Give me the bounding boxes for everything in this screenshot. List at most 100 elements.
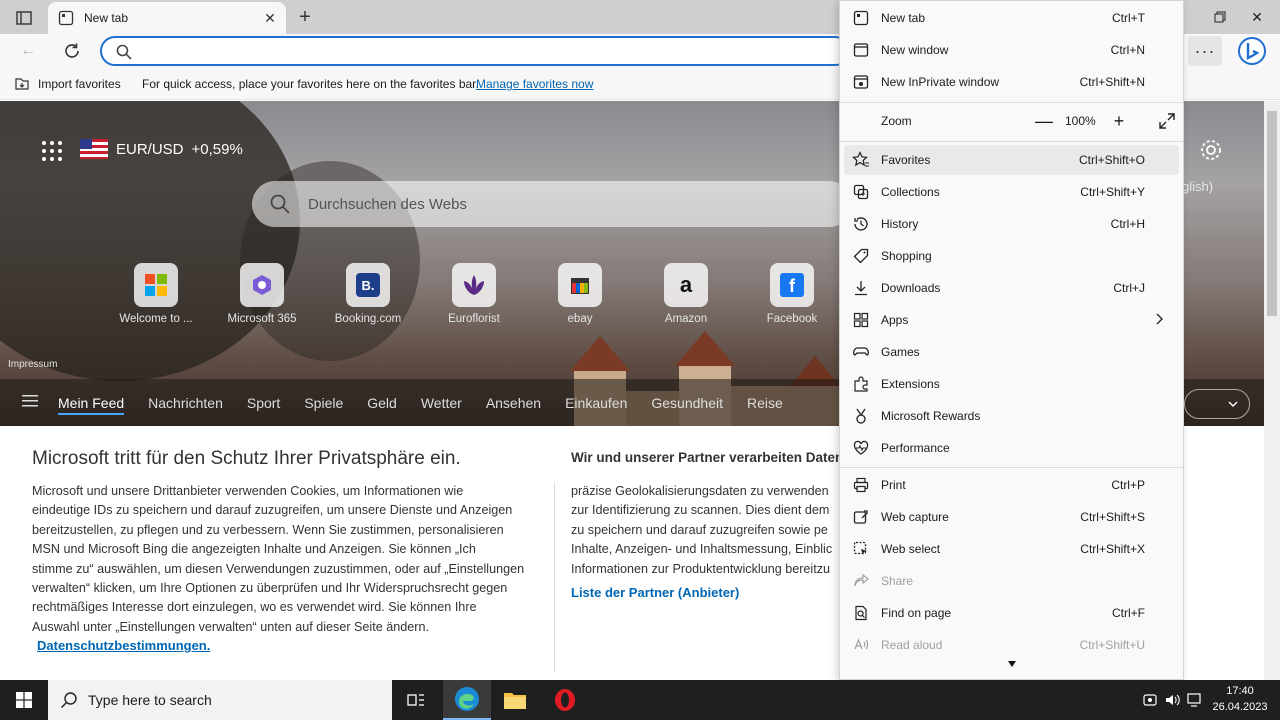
zoom-out-button[interactable]: — bbox=[1034, 111, 1054, 131]
menu-item-print[interactable]: Print Ctrl+P bbox=[844, 470, 1179, 500]
menu-item-performance[interactable]: Performance bbox=[844, 433, 1179, 463]
privacy-policy-link[interactable]: Datenschutzbestimmungen. bbox=[37, 638, 210, 653]
partner-list-link[interactable]: Liste der Partner (Anbieter) bbox=[571, 585, 739, 600]
tab-actions-button[interactable] bbox=[10, 7, 38, 29]
menu-item-apps[interactable]: Apps bbox=[844, 305, 1179, 335]
menu-item-new-inprivate[interactable]: New InPrivate window Ctrl+Shift+N bbox=[844, 67, 1179, 97]
feed-tab[interactable]: Wetter bbox=[421, 395, 462, 415]
network-icon[interactable] bbox=[1185, 691, 1203, 709]
menu-item-web-capture[interactable]: Web capture Ctrl+Shift+S bbox=[844, 502, 1179, 532]
scroll-down-indicator-icon[interactable] bbox=[1008, 661, 1016, 667]
feed-tab[interactable]: Nachrichten bbox=[148, 395, 223, 415]
gear-icon[interactable] bbox=[1199, 138, 1223, 162]
restore-button[interactable] bbox=[1209, 6, 1231, 28]
consent-line: eindeutige IDs zu speichern und darauf z… bbox=[32, 503, 513, 518]
refresh-icon bbox=[65, 43, 79, 58]
people-tray-icon[interactable] bbox=[1141, 691, 1159, 709]
task-view-button[interactable] bbox=[392, 680, 440, 720]
ticker-change: +0,59% bbox=[191, 140, 243, 158]
menu-item-rewards[interactable]: Microsoft Rewards bbox=[844, 401, 1179, 431]
menu-item-favorites[interactable]: Favorites Ctrl+Shift+O bbox=[844, 145, 1179, 175]
menu-item-share[interactable]: Share bbox=[844, 566, 1179, 596]
bing-chat-button[interactable] bbox=[1236, 35, 1268, 67]
menu-item-extensions[interactable]: Extensions bbox=[844, 369, 1179, 399]
feed-tab[interactable]: Einkaufen bbox=[565, 395, 627, 415]
feed-tab[interactable]: Spiele bbox=[304, 395, 343, 415]
feed-tab[interactable]: Reise bbox=[747, 395, 783, 415]
menu-item-label: New InPrivate window bbox=[881, 75, 1000, 89]
currency-ticker[interactable]: EUR/USD +0,59% bbox=[80, 139, 243, 159]
menu-item-new-tab[interactable]: New tab Ctrl+T bbox=[844, 3, 1179, 33]
quick-link[interactable]: Euroflorist bbox=[426, 263, 522, 325]
settings-more-button[interactable]: ··· bbox=[1188, 36, 1222, 66]
new-tab-button[interactable]: + bbox=[294, 6, 316, 28]
close-tab-icon[interactable]: ✕ bbox=[262, 10, 278, 26]
quick-link[interactable]: f Facebook bbox=[744, 263, 840, 325]
menu-item-shortcut: Ctrl+J bbox=[1113, 281, 1145, 295]
menu-item-games[interactable]: Games bbox=[844, 337, 1179, 367]
page-scrollbar[interactable] bbox=[1264, 101, 1280, 680]
volume-icon[interactable] bbox=[1163, 691, 1181, 709]
taskbar-file-explorer[interactable] bbox=[491, 680, 539, 720]
feed-tab[interactable]: Ansehen bbox=[486, 395, 541, 415]
settings-menu: New tab Ctrl+T New window Ctrl+N New InP… bbox=[839, 0, 1184, 680]
web-capture-icon bbox=[853, 510, 868, 524]
menu-item-new-window[interactable]: New window Ctrl+N bbox=[844, 35, 1179, 65]
quick-link-label: Booking.com bbox=[334, 313, 402, 325]
quick-link[interactable]: Microsoft 365 bbox=[214, 263, 310, 325]
taskbar-edge[interactable] bbox=[443, 680, 491, 720]
feed-tab[interactable]: Mein Feed bbox=[58, 395, 125, 415]
address-bar[interactable] bbox=[100, 36, 850, 66]
ticker-pair: EUR/USD bbox=[116, 140, 184, 158]
menu-item-read-aloud[interactable]: Read aloud Ctrl+Shift+U bbox=[844, 630, 1179, 660]
start-button[interactable] bbox=[0, 680, 48, 720]
quick-link[interactable]: Welcome to ... bbox=[108, 263, 204, 325]
close-window-button[interactable]: ✕ bbox=[1246, 6, 1268, 28]
feed-tab[interactable]: Geld bbox=[367, 395, 397, 415]
import-favorites-button[interactable]: Import favorites bbox=[14, 77, 121, 91]
menu-item-label: Web select bbox=[881, 542, 941, 556]
quick-link[interactable]: B. Booking.com bbox=[320, 263, 416, 325]
windows-logo-icon bbox=[16, 692, 32, 708]
menu-item-shortcut: Ctrl+Shift+O bbox=[1078, 153, 1145, 167]
history-icon bbox=[854, 217, 868, 231]
extensions-icon bbox=[854, 376, 868, 392]
quick-link-label: Facebook bbox=[766, 313, 818, 325]
more-dots-icon: ··· bbox=[1194, 40, 1216, 61]
zoom-in-button[interactable]: + bbox=[1109, 111, 1129, 131]
menu-item-shopping[interactable]: Shopping bbox=[844, 241, 1179, 271]
app-launcher-icon[interactable] bbox=[42, 141, 62, 161]
tab-new-tab[interactable]: New tab ✕ bbox=[48, 2, 286, 34]
consent-line: rechtmäßiges Interesse dort einzulegen, … bbox=[32, 600, 477, 615]
refresh-button[interactable] bbox=[60, 39, 84, 63]
quick-link[interactable]: ebay bbox=[532, 263, 628, 325]
menu-item-history[interactable]: History Ctrl+H bbox=[844, 209, 1179, 239]
scrollbar-thumb[interactable] bbox=[1267, 111, 1277, 316]
us-flag-icon bbox=[80, 139, 108, 159]
impressum-link[interactable]: Impressum bbox=[8, 359, 57, 370]
quick-link[interactable]: a Amazon bbox=[638, 263, 734, 325]
partner-line: zu speichern und darauf zuzugreifen sowi… bbox=[571, 522, 828, 537]
feed-tab[interactable]: Sport bbox=[247, 395, 280, 415]
new-tab-icon bbox=[853, 10, 869, 26]
menu-item-downloads[interactable]: Downloads Ctrl+J bbox=[844, 273, 1179, 303]
hamburger-icon[interactable] bbox=[22, 394, 38, 408]
feed-layout-dropdown[interactable] bbox=[1184, 389, 1250, 419]
menu-item-web-select[interactable]: Web select Ctrl+Shift+X bbox=[844, 534, 1179, 564]
language-label[interactable]: glish) bbox=[1182, 179, 1213, 194]
manage-favorites-link[interactable]: Manage favorites now bbox=[476, 77, 593, 91]
fullscreen-icon[interactable] bbox=[1158, 112, 1176, 130]
taskbar-opera[interactable] bbox=[541, 680, 589, 720]
feed-tab[interactable]: Gesundheit bbox=[651, 395, 723, 415]
search-icon bbox=[270, 194, 290, 214]
menu-item-find-on-page[interactable]: Find on page Ctrl+F bbox=[844, 598, 1179, 628]
menu-item-shortcut: Ctrl+Shift+Y bbox=[1080, 185, 1145, 199]
back-button[interactable]: ← bbox=[16, 39, 40, 63]
taskbar-search-box[interactable]: Type here to search bbox=[48, 680, 392, 720]
close-icon: ✕ bbox=[1251, 8, 1263, 25]
menu-item-shortcut: Ctrl+Shift+S bbox=[1080, 510, 1145, 524]
menu-item-collections[interactable]: Collections Ctrl+Shift+Y bbox=[844, 177, 1179, 207]
menu-item-label: Share bbox=[881, 574, 914, 588]
web-search-box[interactable]: Durchsuchen des Webs bbox=[252, 181, 852, 227]
system-clock[interactable]: 17:40 26.04.2023 bbox=[1207, 683, 1273, 715]
